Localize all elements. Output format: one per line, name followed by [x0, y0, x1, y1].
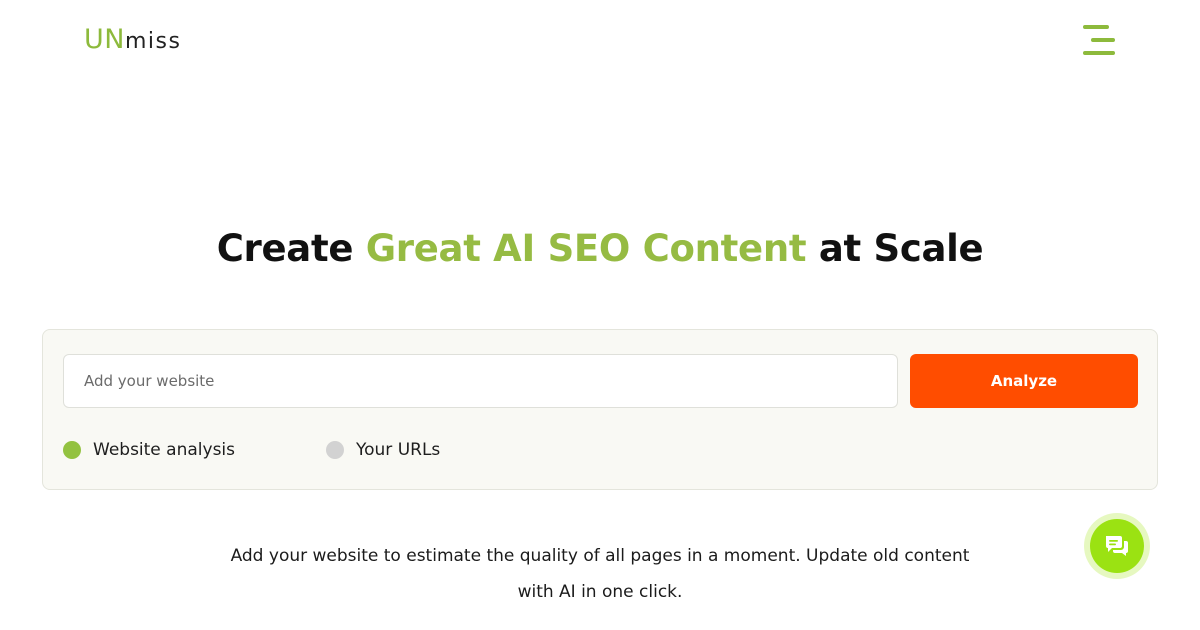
website-input[interactable]	[63, 354, 898, 408]
radio-label: Your URLs	[356, 440, 441, 460]
radio-your-urls[interactable]: Your URLs	[326, 438, 440, 462]
site-header: UNmiss	[0, 0, 1200, 82]
description-line-1: Add your website to estimate the quality…	[230, 546, 970, 566]
radio-unselected-indicator	[326, 441, 344, 459]
hero-description: Add your website to estimate the quality…	[200, 538, 1000, 610]
hero-title-highlight: Great AI SEO Content	[365, 227, 807, 270]
logo-rest: miss	[124, 29, 182, 54]
radio-label: Website analysis	[93, 440, 236, 460]
hero-title-suffix: at Scale	[806, 227, 984, 270]
logo-accent: UN	[84, 24, 125, 55]
analysis-card: Analyze Website analysis Your URLs	[42, 329, 1158, 490]
radio-website-analysis[interactable]: Website analysis	[63, 438, 235, 462]
hero-title: Create Great AI SEO Content at Scale	[0, 224, 1200, 274]
hero-title-prefix: Create	[216, 227, 366, 270]
description-line-2: with AI in one click.	[517, 582, 683, 602]
logo[interactable]: UNmiss	[84, 24, 181, 58]
hamburger-icon[interactable]	[1080, 22, 1118, 58]
chat-bubbles-icon	[1090, 519, 1144, 573]
radio-selected-indicator	[63, 441, 81, 459]
analyze-button[interactable]: Analyze	[910, 354, 1138, 408]
chat-button[interactable]	[1084, 513, 1150, 579]
